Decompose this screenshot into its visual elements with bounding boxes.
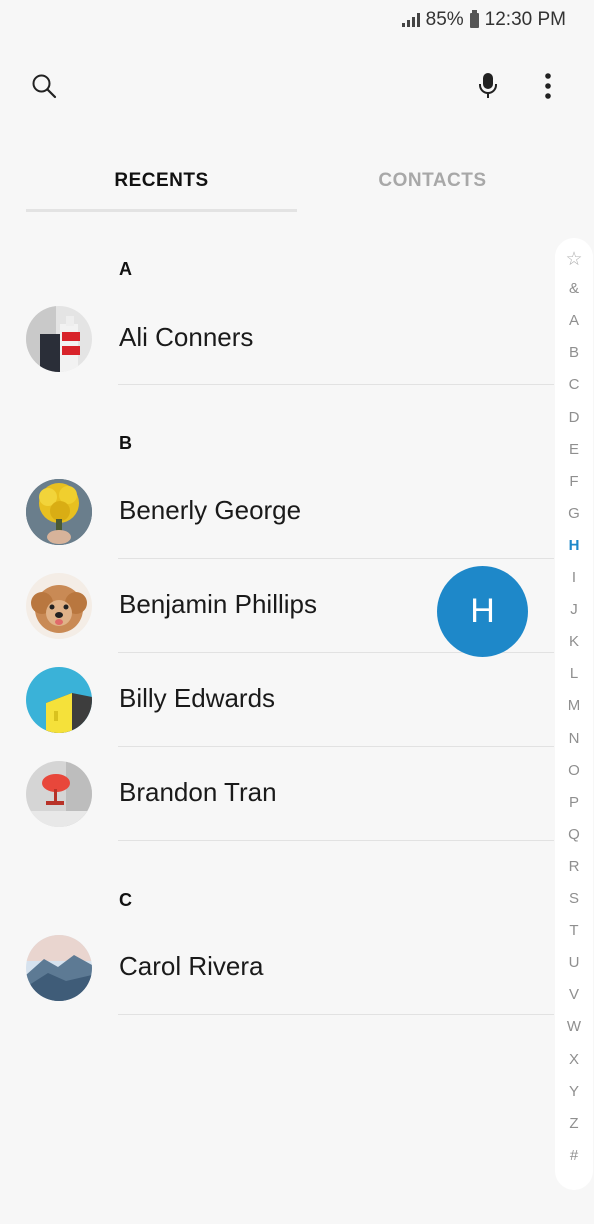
more-options-button[interactable] (526, 64, 570, 108)
index-letter-favorites[interactable]: ☆ (555, 248, 593, 271)
index-letter-ampersand[interactable]: & (555, 280, 593, 297)
avatar (26, 935, 92, 1001)
contact-name: Brandon Tran (119, 777, 277, 807)
fast-scroll-index[interactable]: ☆ & A B C D E F G H I J K L M N O P Q R S T U V W X Y Z # (555, 238, 593, 1190)
index-letter-a[interactable]: A (555, 312, 593, 329)
divider (118, 840, 554, 841)
index-letter-hash[interactable]: # (555, 1147, 593, 1164)
index-letter-v[interactable]: V (555, 986, 593, 1003)
index-letter-g[interactable]: G (555, 505, 593, 522)
battery-icon (469, 9, 479, 28)
list-item[interactable]: Billy Edwards (0, 653, 554, 747)
index-letter-y[interactable]: Y (555, 1083, 593, 1100)
index-letter-d[interactable]: D (555, 409, 593, 426)
index-letter-bubble: H (437, 566, 528, 657)
index-letter-f[interactable]: F (555, 473, 593, 490)
tab-indicator (26, 209, 297, 212)
tab-bar: RECENTS CONTACTS (26, 150, 568, 214)
index-letter-x[interactable]: X (555, 1051, 593, 1068)
section-header-a: A (119, 259, 132, 279)
status-bar: 85% 12:30 PM (401, 0, 566, 40)
signal-icon (401, 13, 420, 27)
battery-percent: 85% (425, 9, 464, 30)
tab-contacts[interactable]: CONTACTS (297, 150, 568, 212)
index-letter-c[interactable]: C (555, 376, 593, 393)
list-item[interactable]: Benerly George (0, 465, 554, 559)
index-letter-s[interactable]: S (555, 890, 593, 907)
divider (118, 384, 554, 385)
toolbar (0, 62, 594, 112)
tab-recents[interactable]: RECENTS (26, 150, 297, 212)
index-letter-w[interactable]: W (555, 1018, 593, 1035)
index-letter-r[interactable]: R (555, 858, 593, 875)
index-letter-h[interactable]: H (555, 537, 593, 554)
index-letter-t[interactable]: T (555, 922, 593, 939)
index-letter-q[interactable]: Q (555, 826, 593, 843)
list-item[interactable]: Carol Rivera (0, 921, 554, 1015)
index-letter-l[interactable]: L (555, 665, 593, 682)
index-letter-p[interactable]: P (555, 794, 593, 811)
search-button[interactable] (22, 64, 66, 108)
section-header-b: B (119, 433, 132, 453)
index-letter-b[interactable]: B (555, 344, 593, 361)
divider (118, 1014, 554, 1015)
index-letter-o[interactable]: O (555, 762, 593, 779)
contact-name: Carol Rivera (119, 951, 264, 981)
contact-name: Billy Edwards (119, 683, 276, 713)
index-letter-i[interactable]: I (555, 569, 593, 586)
index-letter-k[interactable]: K (555, 633, 593, 650)
index-letter-e[interactable]: E (555, 441, 593, 458)
section-header-c: C (119, 890, 132, 910)
avatar (26, 306, 92, 372)
index-letter-j[interactable]: J (555, 601, 593, 618)
microphone-icon (479, 73, 497, 98)
list-item[interactable]: Brandon Tran (0, 747, 554, 841)
clock: 12:30 PM (484, 9, 566, 30)
index-letter-n[interactable]: N (555, 730, 593, 747)
index-letter-z[interactable]: Z (555, 1115, 593, 1132)
contacts-screen: 85% 12:30 PM RECENTS CONTACTS A Ali Conn… (0, 0, 594, 1224)
index-letter-u[interactable]: U (555, 954, 593, 971)
avatar (26, 667, 92, 733)
list-item[interactable]: Ali Conners (0, 292, 554, 386)
index-letter-m[interactable]: M (555, 697, 593, 714)
avatar (26, 761, 92, 827)
contact-name: Ali Conners (119, 322, 254, 352)
avatar (26, 573, 92, 639)
voice-search-button[interactable] (466, 64, 510, 108)
contact-name: Benerly George (119, 495, 302, 525)
contact-name: Benjamin Phillips (119, 589, 317, 619)
search-icon (32, 74, 57, 99)
avatar (26, 479, 92, 545)
more-vertical-icon (545, 73, 551, 99)
